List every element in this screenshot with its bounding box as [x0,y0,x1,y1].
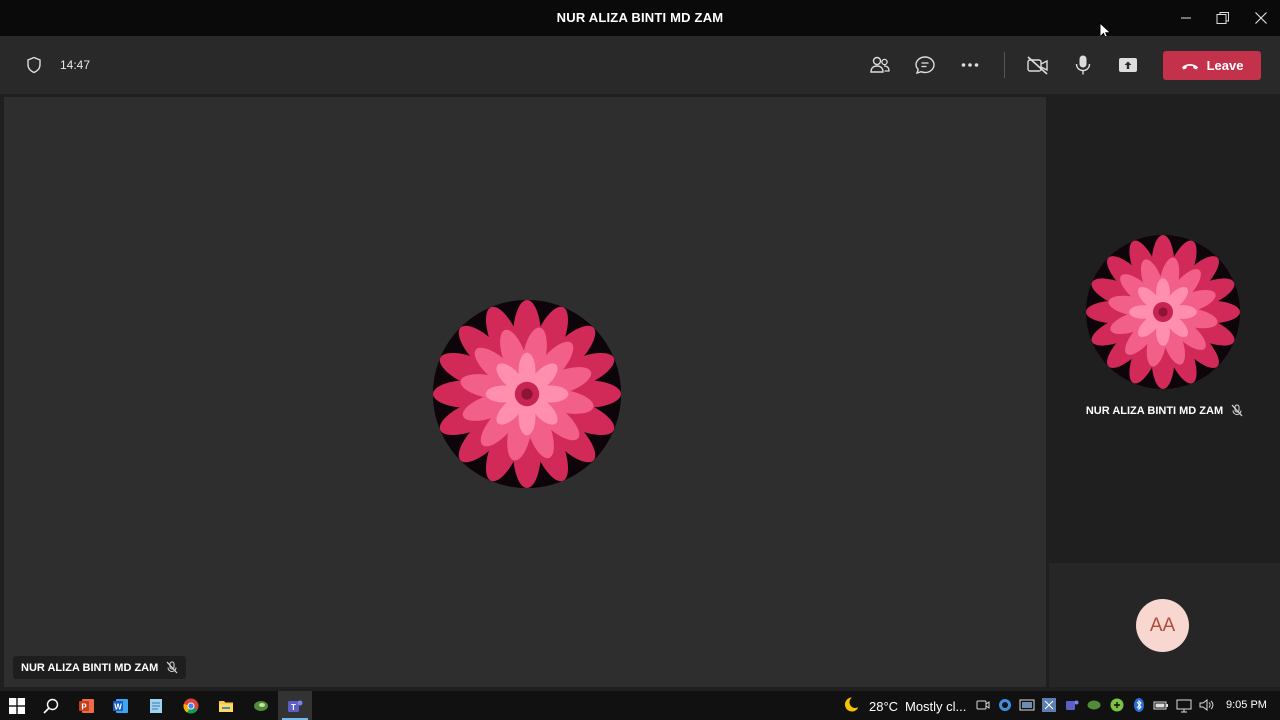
word-icon: W [113,698,128,713]
participant-name-tag: NUR ALIZA BINTI MD ZAM [13,656,187,679]
chat-button[interactable] [909,50,941,80]
taskbar-search-button[interactable] [34,691,68,720]
window-title: NUR ALIZA BINTI MD ZAM [556,10,724,25]
close-button[interactable] [1246,6,1276,30]
battery-icon[interactable] [1153,697,1169,713]
tray-app-icon[interactable] [1086,697,1102,713]
mic-toggle-button[interactable] [1067,50,1099,80]
meeting-toolbar: 14:47 Leave [0,36,1280,94]
participants-button[interactable] [864,50,896,80]
restore-button[interactable] [1208,6,1238,30]
tray-status-icon[interactable] [1109,697,1125,713]
people-icon [870,56,890,73]
taskbar-word[interactable]: W [104,691,138,720]
powerpoint-icon: P [79,698,94,713]
shield-icon [27,56,41,74]
participant-name: NUR ALIZA BINTI MD ZAM [21,661,159,674]
taskbar-app[interactable] [244,691,278,720]
more-icon [961,63,979,67]
taskbar-teams[interactable]: T [278,691,312,720]
camera-toggle-button[interactable] [1022,50,1054,80]
svg-text:P: P [81,702,87,711]
self-view-tile: AA [1049,563,1280,687]
svg-text:W: W [114,702,122,711]
windows-start-icon [9,697,25,714]
close-icon [1255,12,1267,24]
bluetooth-icon[interactable] [1131,697,1147,713]
chat-icon [915,56,935,75]
side-participant-avatar[interactable] [1086,235,1240,389]
mic-muted-icon [166,661,178,674]
hang-up-icon [1181,63,1198,69]
notepad-icon [150,698,162,713]
tray-teams-icon[interactable] [1064,697,1080,713]
side-participant-tile: NUR ALIZA BINTI MD ZAM [1049,97,1280,560]
participant-avatar[interactable] [433,300,621,488]
flower-avatar-image [433,300,621,488]
meeting-timer: 14:47 [60,58,91,72]
start-button[interactable] [0,691,34,720]
taskbar-chrome[interactable] [174,691,208,720]
file-explorer-icon [219,700,233,712]
tray-camera-icon[interactable] [975,697,991,713]
tray-display-icon[interactable] [1019,697,1035,713]
taskbar-file-explorer[interactable] [209,691,243,720]
taskbar-notepad[interactable] [139,691,173,720]
svg-text:T: T [291,703,296,712]
toolbar-divider [1004,52,1005,78]
leave-label: Leave [1206,58,1244,73]
restore-icon [1216,12,1229,24]
taskbar-powerpoint[interactable]: P [70,691,104,720]
main-video-stage: NUR ALIZA BINTI MD ZAM [4,97,1046,687]
flower-avatar-image [1086,235,1240,389]
microphone-icon [1075,55,1091,75]
chrome-icon [183,698,199,714]
tray-snipping-icon[interactable] [1041,697,1057,713]
network-icon[interactable] [1176,697,1192,713]
volume-icon[interactable] [1198,697,1214,713]
side-participant-name-row: NUR ALIZA BINTI MD ZAM [1049,404,1280,417]
teams-icon: T [288,700,303,712]
camera-off-icon [1027,56,1048,75]
more-actions-button[interactable] [954,50,986,80]
mic-muted-icon [1231,404,1243,417]
minimize-icon [1181,17,1191,19]
weather-moon-icon [844,697,858,712]
app-icon [254,700,268,711]
self-avatar[interactable]: AA [1136,599,1189,652]
tray-onedrive-icon[interactable] [997,697,1013,713]
weather-description[interactable]: Mostly cl... [905,699,966,714]
leave-button[interactable]: Leave [1163,51,1261,80]
taskbar-clock[interactable]: 9:05 PM [1226,699,1267,711]
weather-temperature[interactable]: 28°C [869,699,898,714]
side-participant-name: NUR ALIZA BINTI MD ZAM [1085,404,1224,417]
share-screen-button[interactable] [1112,50,1144,80]
minimize-button[interactable] [1171,6,1201,30]
title-bar: NUR ALIZA BINTI MD ZAM [0,0,1280,41]
windows-taskbar: P W T 28°C Mostly cl... 9:05 PM [0,691,1280,720]
share-screen-icon [1119,58,1137,72]
search-icon [43,698,59,714]
